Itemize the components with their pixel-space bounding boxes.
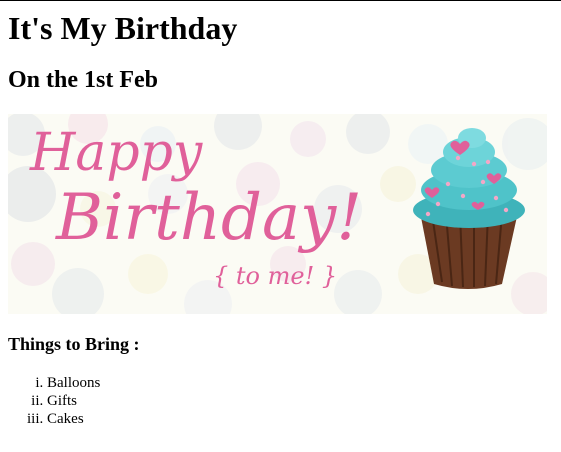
page-title: It's My Birthday bbox=[8, 10, 238, 46]
banner-line-to-me: { to me! } bbox=[213, 262, 337, 290]
page-subtitle: On the 1st Feb bbox=[8, 67, 158, 93]
banner-line-birthday: Birthday! bbox=[55, 181, 362, 255]
list-item: Gifts bbox=[47, 392, 100, 410]
list-item: Cakes bbox=[47, 410, 100, 428]
top-border-rule bbox=[0, 0, 561, 1]
birthday-banner-image: Happy Birthday! { to me! } bbox=[8, 114, 547, 314]
list-heading: Things to Bring : bbox=[8, 334, 140, 354]
banner-line-happy: Happy bbox=[29, 123, 203, 183]
list-item: Balloons bbox=[47, 374, 100, 392]
things-to-bring-list: Balloons Gifts Cakes bbox=[8, 374, 100, 428]
